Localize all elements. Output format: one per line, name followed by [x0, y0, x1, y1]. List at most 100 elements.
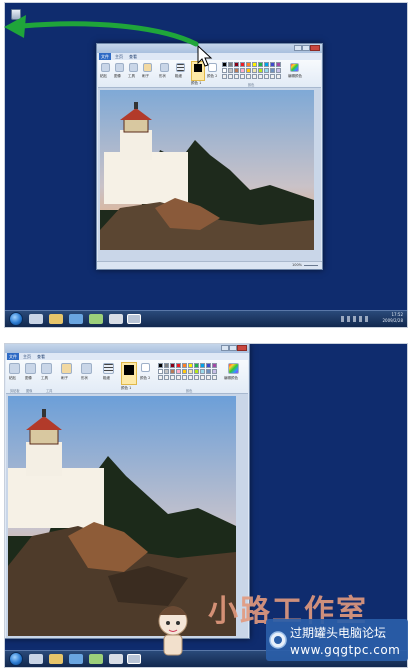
paint-taskbar-icon[interactable] — [109, 654, 123, 664]
color-swatch[interactable] — [246, 74, 251, 79]
color-swatch[interactable] — [252, 74, 257, 79]
color-swatch[interactable] — [276, 74, 281, 79]
color-swatch[interactable] — [276, 68, 281, 73]
color-swatch[interactable] — [246, 62, 251, 67]
color-swatch[interactable] — [158, 375, 163, 380]
clock[interactable]: 17:52 2009/2/28 — [382, 312, 403, 324]
size-icon[interactable] — [103, 363, 114, 374]
tab-file[interactable]: 文件 — [7, 353, 19, 360]
tab-view[interactable]: 查看 — [35, 353, 47, 360]
zoom-slider[interactable] — [304, 265, 318, 266]
color-swatch[interactable] — [222, 62, 227, 67]
color-swatch[interactable] — [258, 74, 263, 79]
brushes-icon[interactable] — [143, 63, 152, 72]
color-swatch[interactable] — [200, 369, 205, 374]
color-swatch[interactable] — [200, 363, 205, 368]
color-swatch[interactable] — [158, 363, 163, 368]
color-swatch[interactable] — [188, 363, 193, 368]
color-swatch[interactable] — [194, 375, 199, 380]
color-swatch[interactable] — [206, 363, 211, 368]
color-swatch[interactable] — [276, 62, 281, 67]
color-swatch[interactable] — [206, 375, 211, 380]
brushes-icon[interactable] — [61, 363, 72, 374]
media-taskbar-icon[interactable] — [69, 314, 83, 324]
folder-taskbar-icon[interactable] — [49, 314, 63, 324]
color-swatch[interactable] — [170, 363, 175, 368]
color-swatch[interactable] — [252, 62, 257, 67]
app-taskbar-icon[interactable] — [89, 314, 103, 324]
color1-selector[interactable] — [121, 362, 137, 385]
color-swatch[interactable] — [234, 74, 239, 79]
color-swatch[interactable] — [258, 68, 263, 73]
color-swatch[interactable] — [240, 68, 245, 73]
color-swatch[interactable] — [212, 375, 217, 380]
start-button-icon[interactable] — [9, 652, 23, 666]
color-swatch[interactable] — [222, 68, 227, 73]
canvas-area[interactable] — [98, 88, 321, 261]
color-swatch[interactable] — [228, 68, 233, 73]
color-swatch[interactable] — [270, 74, 275, 79]
color-swatch[interactable] — [212, 363, 217, 368]
shapes-icon[interactable] — [160, 63, 169, 72]
start-button-icon[interactable] — [9, 312, 23, 326]
site-url[interactable]: www.gqgtpc.com — [290, 643, 400, 657]
color-swatch[interactable] — [246, 68, 251, 73]
color-swatch[interactable] — [188, 375, 193, 380]
explorer-taskbar-icon[interactable] — [29, 314, 43, 324]
color-swatch[interactable] — [170, 375, 175, 380]
color-swatch[interactable] — [164, 363, 169, 368]
tab-home[interactable]: 主页 — [21, 353, 33, 360]
paint-taskbar-icon[interactable] — [109, 314, 123, 324]
paint-window[interactable]: 文件 主页 查看 粘贴 图像 工具 刷子 形状 粗细 颜色 1 颜色 2 编辑颜… — [96, 43, 323, 270]
color-swatch[interactable] — [228, 62, 233, 67]
color-swatch[interactable] — [188, 369, 193, 374]
color-swatch[interactable] — [158, 369, 163, 374]
color-swatch[interactable] — [252, 68, 257, 73]
image-icon[interactable] — [115, 63, 124, 72]
color-swatch[interactable] — [176, 369, 181, 374]
color-swatch[interactable] — [164, 375, 169, 380]
edit-colors-icon[interactable] — [228, 363, 239, 374]
app-taskbar-icon[interactable] — [89, 654, 103, 664]
color-swatch[interactable] — [258, 62, 263, 67]
color-swatch[interactable] — [200, 375, 205, 380]
color-swatch[interactable] — [212, 369, 217, 374]
folder-taskbar-icon[interactable] — [49, 654, 63, 664]
shapes-icon[interactable] — [81, 363, 92, 374]
color2-swatch[interactable] — [141, 363, 150, 372]
color-swatch[interactable] — [240, 74, 245, 79]
color-swatch[interactable] — [240, 62, 245, 67]
media-taskbar-icon[interactable] — [69, 654, 83, 664]
color-swatch[interactable] — [170, 369, 175, 374]
size-icon[interactable] — [176, 63, 185, 72]
color-swatch[interactable] — [264, 74, 269, 79]
color-swatch[interactable] — [234, 62, 239, 67]
color-swatch[interactable] — [194, 369, 199, 374]
image-icon[interactable] — [25, 363, 36, 374]
color-swatch[interactable] — [176, 363, 181, 368]
paste-icon[interactable] — [101, 63, 110, 72]
color-swatch[interactable] — [264, 62, 269, 67]
color-swatch[interactable] — [182, 363, 187, 368]
explorer-taskbar-icon[interactable] — [29, 654, 43, 664]
paste-icon[interactable] — [9, 363, 20, 374]
color-swatch[interactable] — [270, 68, 275, 73]
tools-icon[interactable] — [41, 363, 52, 374]
close-button[interactable] — [237, 345, 247, 351]
color-swatch[interactable] — [182, 369, 187, 374]
active-taskbar-icon[interactable] — [127, 314, 141, 324]
title-bar[interactable] — [5, 344, 249, 353]
color-swatch[interactable] — [228, 74, 233, 79]
color-swatch[interactable] — [270, 62, 275, 67]
tools-icon[interactable] — [129, 63, 138, 72]
active-taskbar-icon[interactable] — [127, 654, 141, 664]
color-swatch[interactable] — [206, 369, 211, 374]
color-swatch[interactable] — [222, 74, 227, 79]
color-swatch[interactable] — [164, 369, 169, 374]
color-swatch[interactable] — [182, 375, 187, 380]
color-swatch[interactable] — [234, 68, 239, 73]
color-swatch[interactable] — [264, 68, 269, 73]
minimize-button[interactable] — [221, 345, 229, 351]
color-swatch[interactable] — [176, 375, 181, 380]
color-swatch[interactable] — [194, 363, 199, 368]
